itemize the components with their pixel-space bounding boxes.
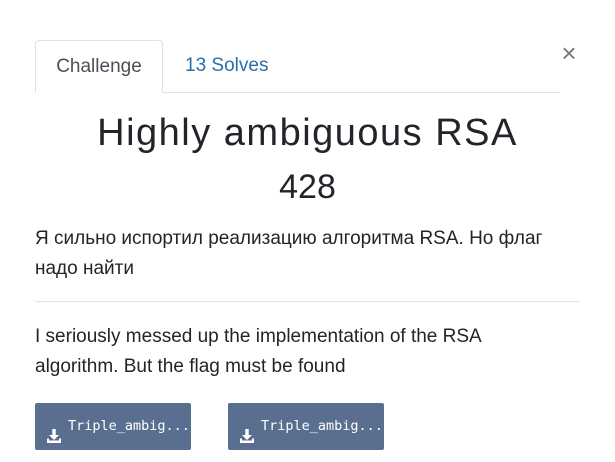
description-divider [35,301,580,302]
description-ru-line-2: надо найти [35,258,134,279]
challenge-points: 428 [279,168,336,206]
challenge-title: Highly ambiguous RSA [97,112,518,154]
tab-challenge[interactable]: Challenge [35,40,163,93]
description-en-line-1: I seriously messed up the implementation… [35,326,482,347]
tab-bar: Challenge 13 Solves [35,40,560,93]
challenge-modal: Challenge 13 Solves × Highly ambiguous R… [0,0,615,462]
description-en-line-2: algorithm. But the flag must be found [35,356,346,377]
download-icon [46,417,62,443]
tab-solves[interactable]: 13 Solves [185,40,268,91]
download-icon [239,417,255,443]
description-russian: Я сильно испортил реализацию алгоритма R… [35,224,580,284]
file-download-label-1: Triple_ambig... [68,418,190,434]
file-download-label-2: Triple_ambig... [261,418,383,434]
description-ru-line-1: Я сильно испортил реализацию алгоритма R… [35,228,543,249]
file-download-button-1[interactable]: Triple_ambig... [35,403,191,450]
close-icon[interactable]: × [558,40,580,66]
description-english: I seriously messed up the implementation… [35,322,580,382]
file-download-button-2[interactable]: Triple_ambig... [228,403,384,450]
